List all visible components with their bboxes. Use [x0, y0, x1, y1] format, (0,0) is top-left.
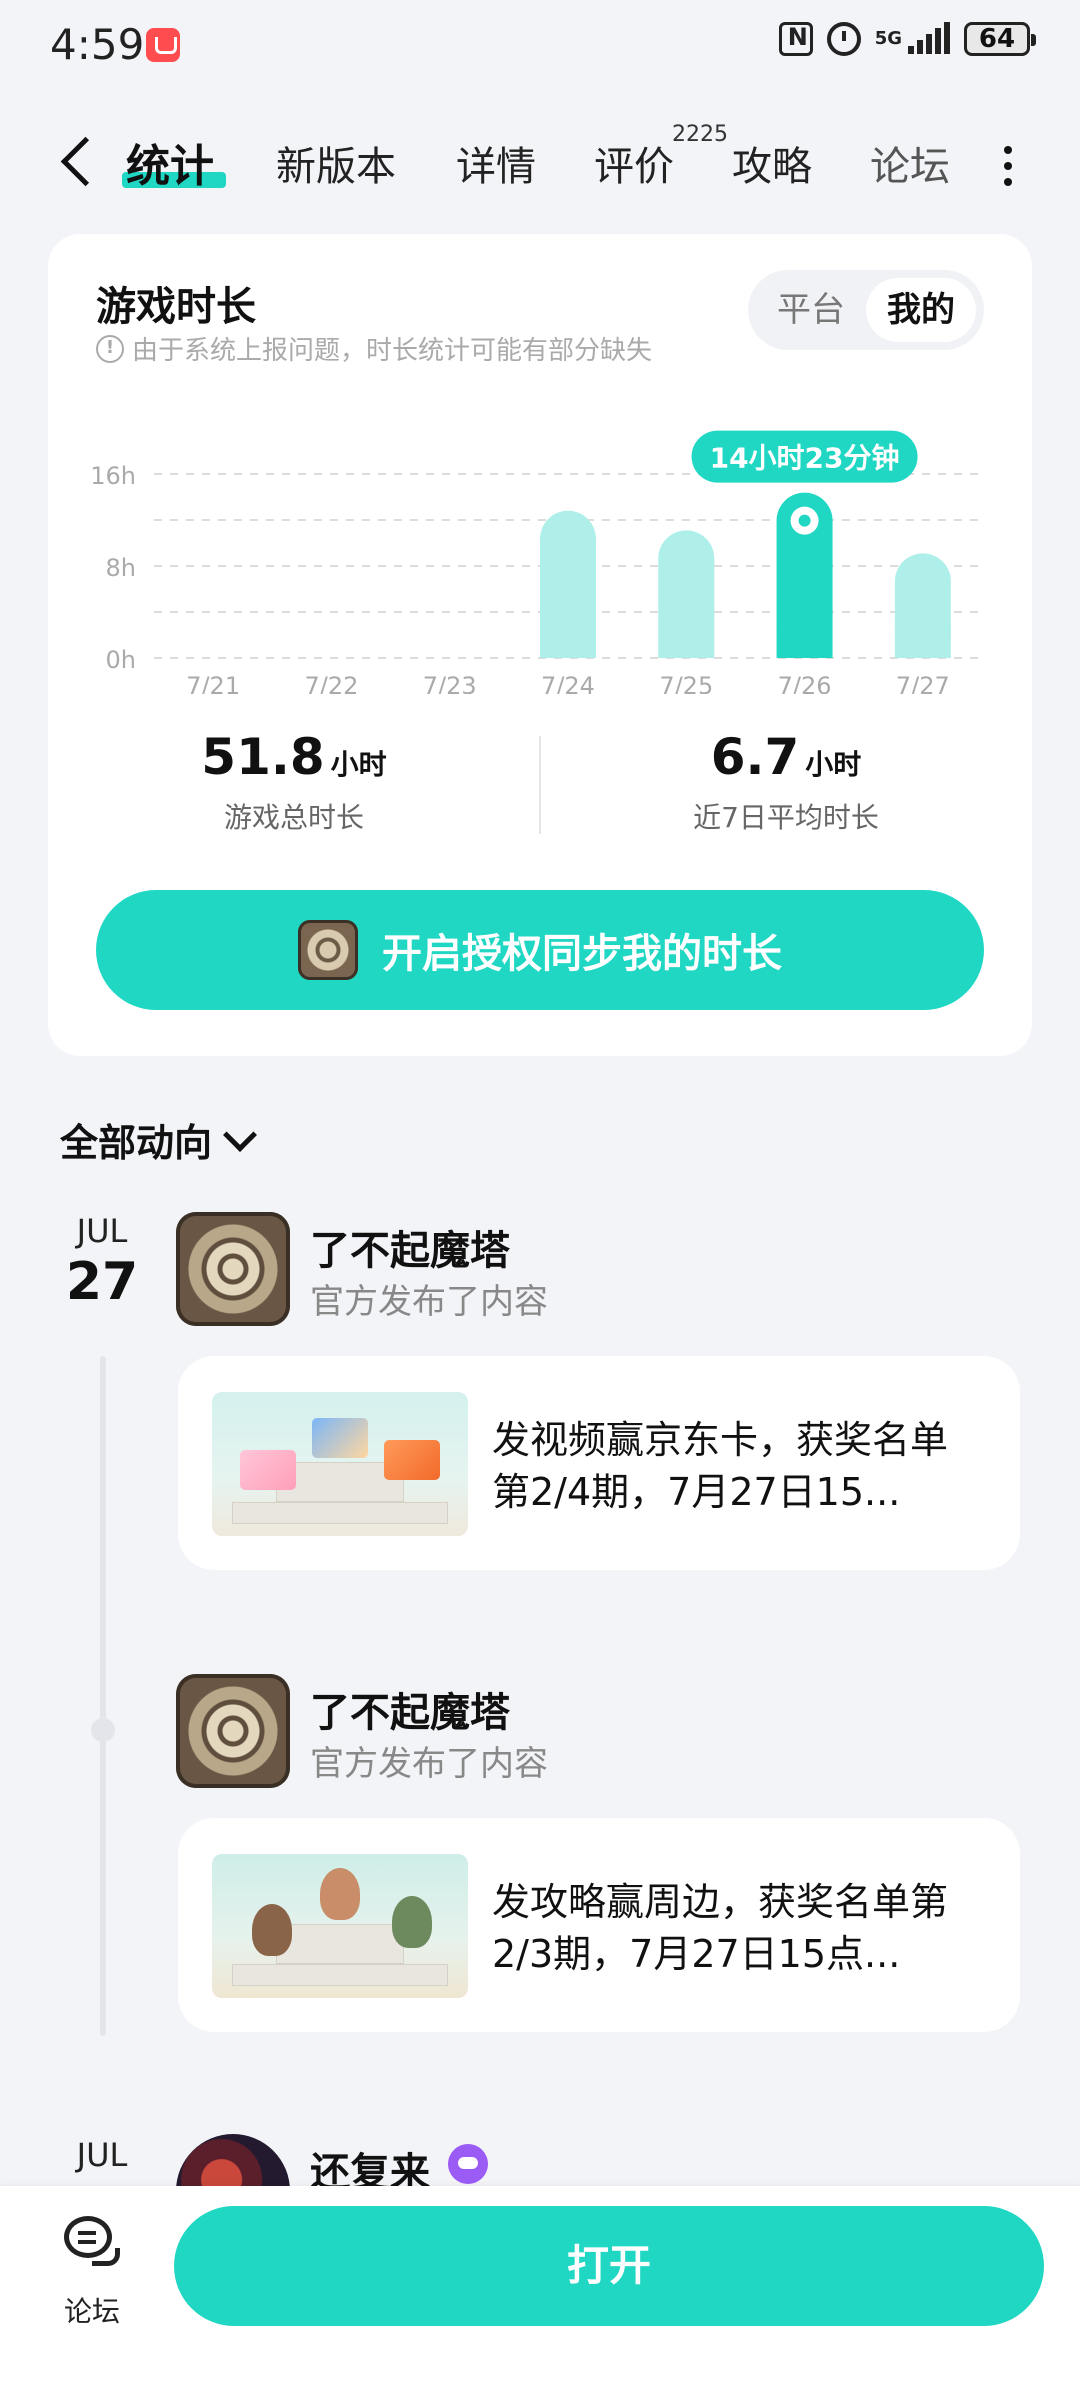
x-tick-label: 7/26	[778, 672, 832, 694]
x-tick-label: 7/25	[659, 672, 713, 694]
game-avatar[interactable]	[176, 1212, 290, 1326]
bar-base	[658, 630, 715, 658]
timeline-dot	[91, 1718, 115, 1742]
sync-playtime-label: 开启授权同步我的时长	[382, 931, 782, 977]
x-tick-label: 7/22	[304, 672, 358, 694]
battery-icon: 64	[964, 22, 1036, 56]
date-day: 27	[65, 1252, 139, 1312]
forum-icon[interactable]	[62, 2216, 122, 2272]
card-note: ! 由于系统上报问题，时长统计可能有部分缺失	[96, 330, 652, 367]
total-label: 游戏总时长	[223, 801, 364, 834]
y-tick-label: 16h	[90, 462, 136, 490]
tab-guides[interactable]: 攻略	[732, 134, 812, 192]
game-avatar[interactable]	[176, 1674, 290, 1788]
info-icon: !	[96, 334, 124, 363]
source-segmented-control: 平台 我的	[748, 270, 984, 350]
feed-filter-dropdown[interactable]: 全部动向	[60, 1112, 257, 1167]
post-thumbnail	[212, 1854, 468, 1998]
average-unit: 小时	[805, 748, 862, 781]
date-month: JUL	[76, 1212, 128, 1250]
alarm-icon	[826, 22, 861, 56]
reviews-count-badge: 2225	[672, 122, 728, 147]
nfc-icon	[778, 22, 813, 56]
post-card[interactable]: 发视频赢京东卡，获奖名单 第2/4期，7月27日15...	[178, 1356, 1020, 1570]
status-bar: 4:59 5G 64	[0, 0, 1080, 96]
post-title: 发视频赢京东卡，获奖名单 第2/4期，7月27日15...	[492, 1418, 949, 1514]
bar-base	[894, 630, 951, 658]
signal-icon	[908, 22, 950, 54]
average-stat: 6.7 小时 近7日平均时长	[540, 728, 1032, 836]
bar-base	[540, 630, 596, 658]
open-game-button[interactable]: 打开	[174, 2206, 1044, 2326]
post-thumbnail	[212, 1392, 468, 1536]
bottom-action-bar: 论坛 打开	[0, 2186, 1080, 2400]
average-value: 6.7	[710, 728, 800, 786]
status-icons: 5G 64	[778, 22, 1036, 56]
date-month: JUL	[76, 2136, 128, 2174]
x-tick-label: 7/24	[541, 672, 595, 694]
total-stat: 51.8 小时 游戏总时长	[48, 728, 540, 836]
x-tick-label: 7/27	[896, 672, 950, 694]
summary-stats: 51.8 小时 游戏总时长 6.7 小时 近7日平均时长	[48, 728, 1032, 868]
sync-playtime-button[interactable]: 开启授权同步我的时长	[96, 890, 984, 1010]
tab-bar: 统计 新版本 详情 评价 2225 攻略 论坛	[0, 110, 1080, 220]
post-card[interactable]: 发攻略赢周边，获奖名单第2/3期，7月27日15点...	[178, 1818, 1020, 2032]
chevron-down-icon	[223, 1117, 257, 1152]
back-icon[interactable]	[54, 132, 104, 192]
segment-mine[interactable]: 我的	[866, 278, 976, 342]
total-value: 51.8	[201, 728, 325, 786]
post-action: 官方发布了内容	[310, 1744, 548, 1784]
total-unit: 小时	[330, 748, 387, 781]
gamepad-badge-icon	[448, 2144, 488, 2184]
tab-new-version[interactable]: 新版本	[276, 134, 396, 192]
x-tick-label: 7/21	[186, 672, 240, 694]
highlight-marker-core	[798, 514, 811, 527]
post-action: 官方发布了内容	[310, 1282, 548, 1322]
tab-stats[interactable]: 统计	[126, 130, 214, 194]
timeline-line	[100, 1356, 106, 2036]
playtime-card: 游戏时长 ! 由于系统上报问题，时长统计可能有部分缺失 平台 我的 16h 8h 0…	[48, 234, 1032, 1056]
tab-forum[interactable]: 论坛	[870, 134, 954, 192]
forum-label[interactable]: 论坛	[62, 2290, 122, 2330]
status-time: 4:59	[50, 20, 145, 69]
y-tick-label: 0h	[106, 646, 136, 674]
post-title: 发攻略赢周边，获奖名单第2/3期，7月27日15点...	[492, 1880, 949, 1976]
card-title: 游戏时长	[96, 284, 256, 330]
playtime-bar-chart: 16h 8h 0h 7/21 7/22 7/23 7/24 7/25 14小时23分钟 7/26 7…	[90, 430, 982, 694]
y-tick-label: 8h	[106, 554, 136, 582]
game-icon	[298, 920, 358, 980]
feed-filter-label: 全部动向	[60, 1121, 213, 1165]
game-name[interactable]: 了不起魔塔	[310, 1218, 510, 1276]
segment-platform[interactable]: 平台	[756, 278, 866, 342]
game-name[interactable]: 了不起魔塔	[310, 1680, 510, 1738]
average-label: 近7日平均时长	[693, 801, 879, 834]
tab-details[interactable]: 详情	[456, 134, 536, 192]
tab-reviews[interactable]: 评价	[594, 134, 674, 192]
more-options-icon[interactable]	[998, 146, 1018, 196]
network-type: 5G	[874, 28, 902, 49]
shopping-bag-icon	[146, 28, 180, 62]
highlight-tooltip-label: 14小时23分钟	[710, 442, 900, 475]
bar-base	[776, 630, 833, 658]
card-note-text: 由于系统上报问题，时长统计可能有部分缺失	[132, 336, 653, 366]
x-tick-label: 7/23	[423, 672, 477, 694]
